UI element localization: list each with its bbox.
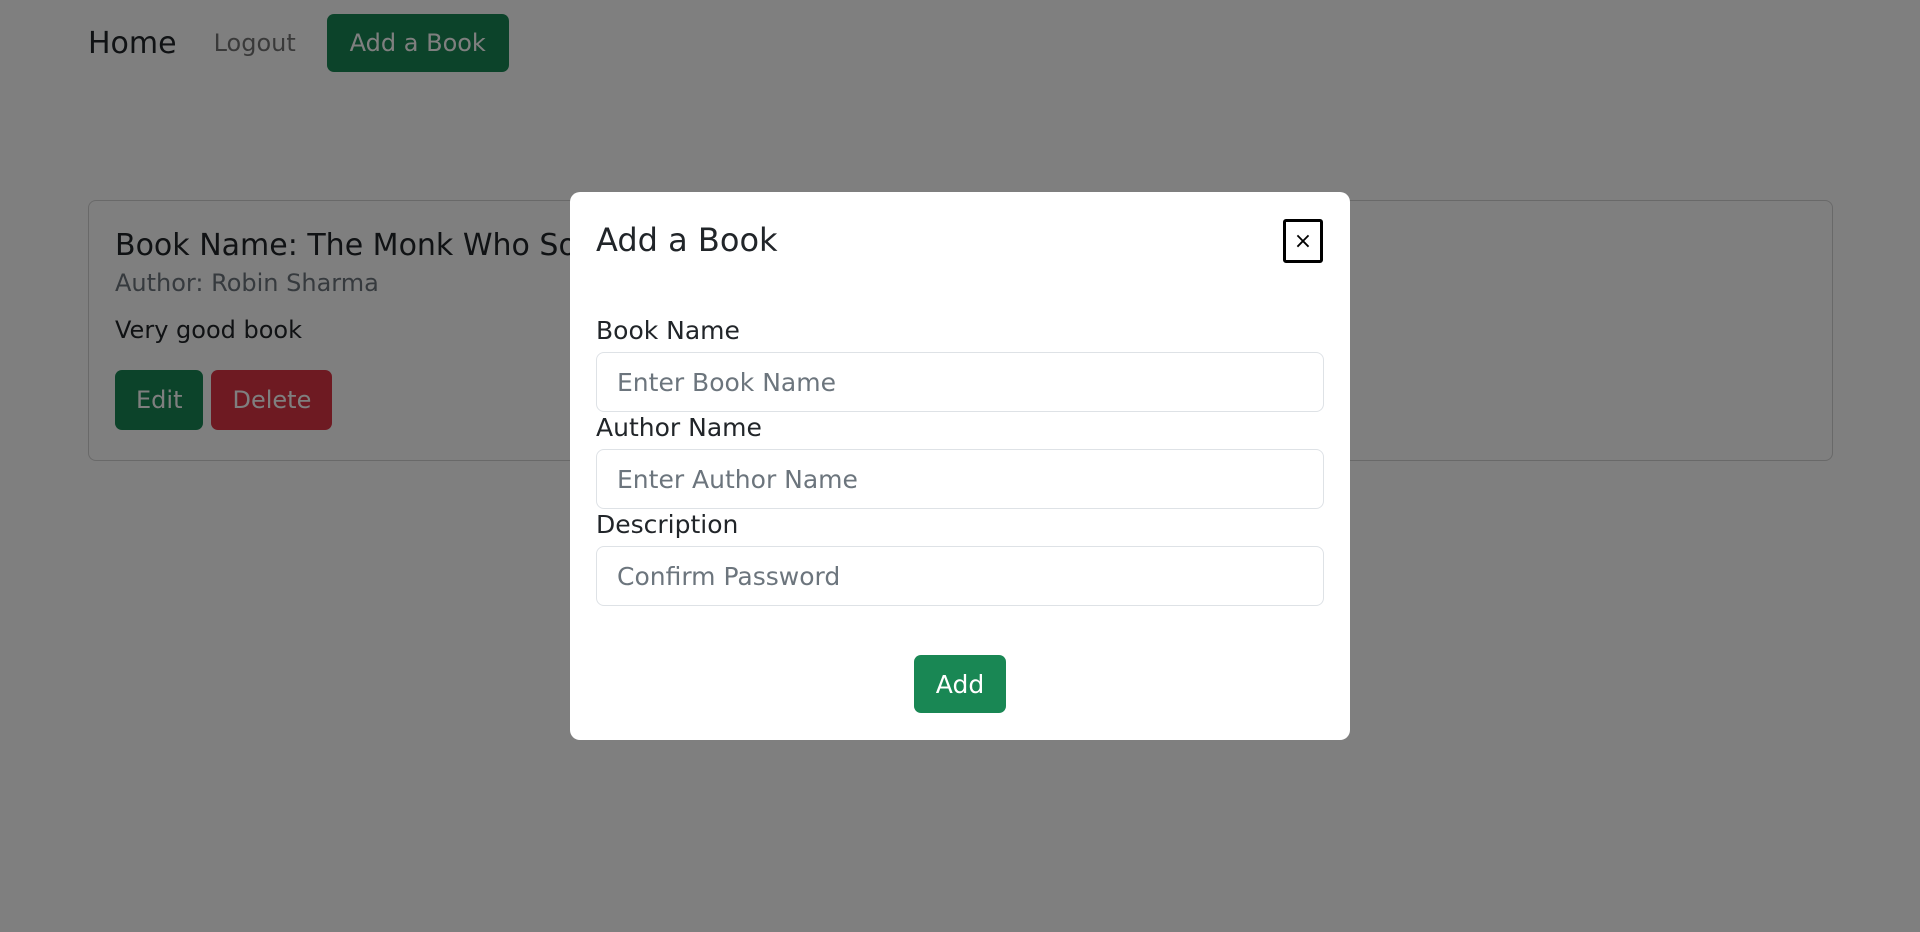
description-label: Description bbox=[596, 510, 739, 539]
book-name-label: Book Name bbox=[596, 316, 740, 345]
close-icon: × bbox=[1293, 228, 1313, 254]
description-input[interactable] bbox=[596, 546, 1324, 606]
author-name-label: Author Name bbox=[596, 413, 762, 442]
modal-title: Add a Book bbox=[596, 221, 778, 259]
book-name-input[interactable] bbox=[596, 352, 1324, 412]
close-button[interactable]: × bbox=[1283, 219, 1323, 263]
add-book-modal: Add a Book × Book Name Author Name Descr… bbox=[570, 192, 1350, 740]
add-button[interactable]: Add bbox=[914, 655, 1006, 713]
author-name-input[interactable] bbox=[596, 449, 1324, 509]
